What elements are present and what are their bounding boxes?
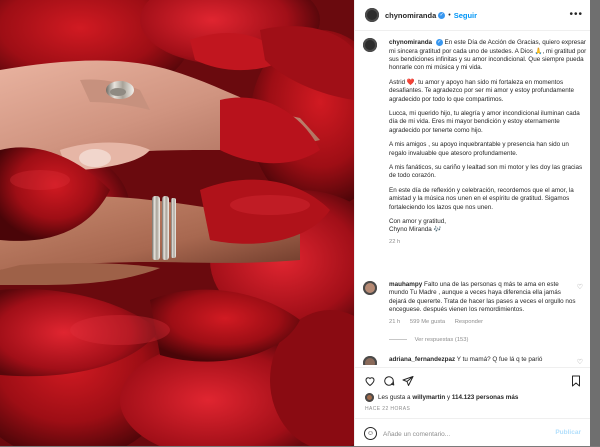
- comment-likes[interactable]: 599 Me gusta: [410, 319, 445, 325]
- comment-body: Y tu mamá? Q fue lá q te parió: [456, 356, 543, 363]
- commenter-avatar[interactable]: [363, 281, 377, 295]
- caption-paragraph-2: Astrid ❤️, tu amor y apoyo han sido mi f…: [389, 78, 575, 103]
- share-icon[interactable]: [402, 375, 414, 389]
- emoji-icon[interactable]: ☺: [364, 427, 377, 440]
- caption-paragraph-6: En este día de reflexión y celebración, …: [389, 186, 574, 211]
- post-image-hands-rings-rose-petals: [0, 0, 354, 446]
- bookmark-icon[interactable]: [570, 375, 582, 389]
- comment-icon[interactable]: [383, 375, 395, 389]
- post-side-panel: chynomiranda ✓ • Seguir ••• chynomiranda…: [354, 0, 591, 446]
- comment-time[interactable]: 21 h: [389, 319, 400, 325]
- caption-closing-2: Chyno Miranda 🎶: [389, 226, 442, 234]
- more-options-icon[interactable]: •••: [569, 9, 583, 20]
- likes-summary: Les gusta a willymartin y 114.123 person…: [365, 393, 518, 402]
- view-replies-button[interactable]: Ver respuestas (153): [389, 337, 468, 343]
- liker-avatar[interactable]: [365, 393, 374, 402]
- likes-user[interactable]: willymartin: [412, 394, 445, 401]
- separator-dot: •: [448, 11, 451, 19]
- post-action-bar: [355, 367, 591, 394]
- comment-text: adriana_fernandezpaz Y tu mamá? Q fue lá…: [389, 356, 579, 364]
- post-photo[interactable]: [0, 0, 354, 446]
- caption-username[interactable]: chynomiranda: [389, 39, 432, 46]
- follow-button[interactable]: Seguir: [454, 11, 477, 20]
- view-replies-label: Ver respuestas (153): [414, 337, 469, 343]
- add-comment-bar: ☺ Publicar: [355, 418, 591, 447]
- commenter-username[interactable]: mauhampy: [389, 281, 422, 288]
- caption-closing-1: Con amor y gratitud,: [389, 218, 447, 226]
- heart-icon[interactable]: [364, 375, 376, 389]
- author-username[interactable]: chynomiranda: [385, 11, 436, 20]
- likes-count[interactable]: 114.123 personas más: [452, 394, 519, 401]
- modal-backdrop-right[interactable]: [590, 0, 600, 446]
- post-date[interactable]: HACE 22 HORAS: [365, 406, 410, 412]
- caption-timestamp[interactable]: 22 h: [389, 238, 587, 246]
- likes-prefix: Les gusta a: [378, 394, 411, 401]
- comment-like-heart-icon[interactable]: ♡: [577, 358, 583, 365]
- caption-paragraph-5: A mis fanáticos, su cariño y lealtad son…: [389, 164, 583, 180]
- caption-paragraph-4: A mis amigos , su apoyo inquebrantable y…: [389, 141, 569, 157]
- caption-text: chynomiranda ✓ En este Día de Acción de …: [389, 39, 587, 246]
- comment-text: mauhampy Falto una de las personas q más…: [389, 281, 579, 326]
- comment-reply-button[interactable]: Responder: [455, 319, 483, 325]
- caption-paragraph-3: Lucca, mi querido hijo, tu alegría y amo…: [389, 110, 580, 134]
- verified-badge-icon: ✓: [438, 11, 446, 19]
- commenter-username[interactable]: adriana_fernandezpaz: [389, 356, 455, 363]
- post-header: chynomiranda ✓ • Seguir •••: [355, 0, 591, 31]
- instagram-post-modal: chynomiranda ✓ • Seguir ••• chynomiranda…: [0, 0, 600, 446]
- commenter-avatar[interactable]: [363, 356, 377, 365]
- comment-meta: 21 h 599 Me gusta Responder: [389, 318, 579, 326]
- author-avatar[interactable]: [365, 8, 379, 22]
- comments-scroll-area[interactable]: chynomiranda ✓ En este Día de Acción de …: [355, 31, 591, 365]
- caption-verified-badge-icon: ✓: [435, 39, 443, 46]
- likes-mid: y: [446, 394, 451, 401]
- publish-button[interactable]: Publicar: [555, 429, 581, 436]
- caption-author-avatar[interactable]: [363, 38, 377, 52]
- add-comment-input[interactable]: [381, 426, 555, 442]
- replies-line: [389, 338, 407, 340]
- comment-like-heart-icon[interactable]: ♡: [577, 283, 583, 291]
